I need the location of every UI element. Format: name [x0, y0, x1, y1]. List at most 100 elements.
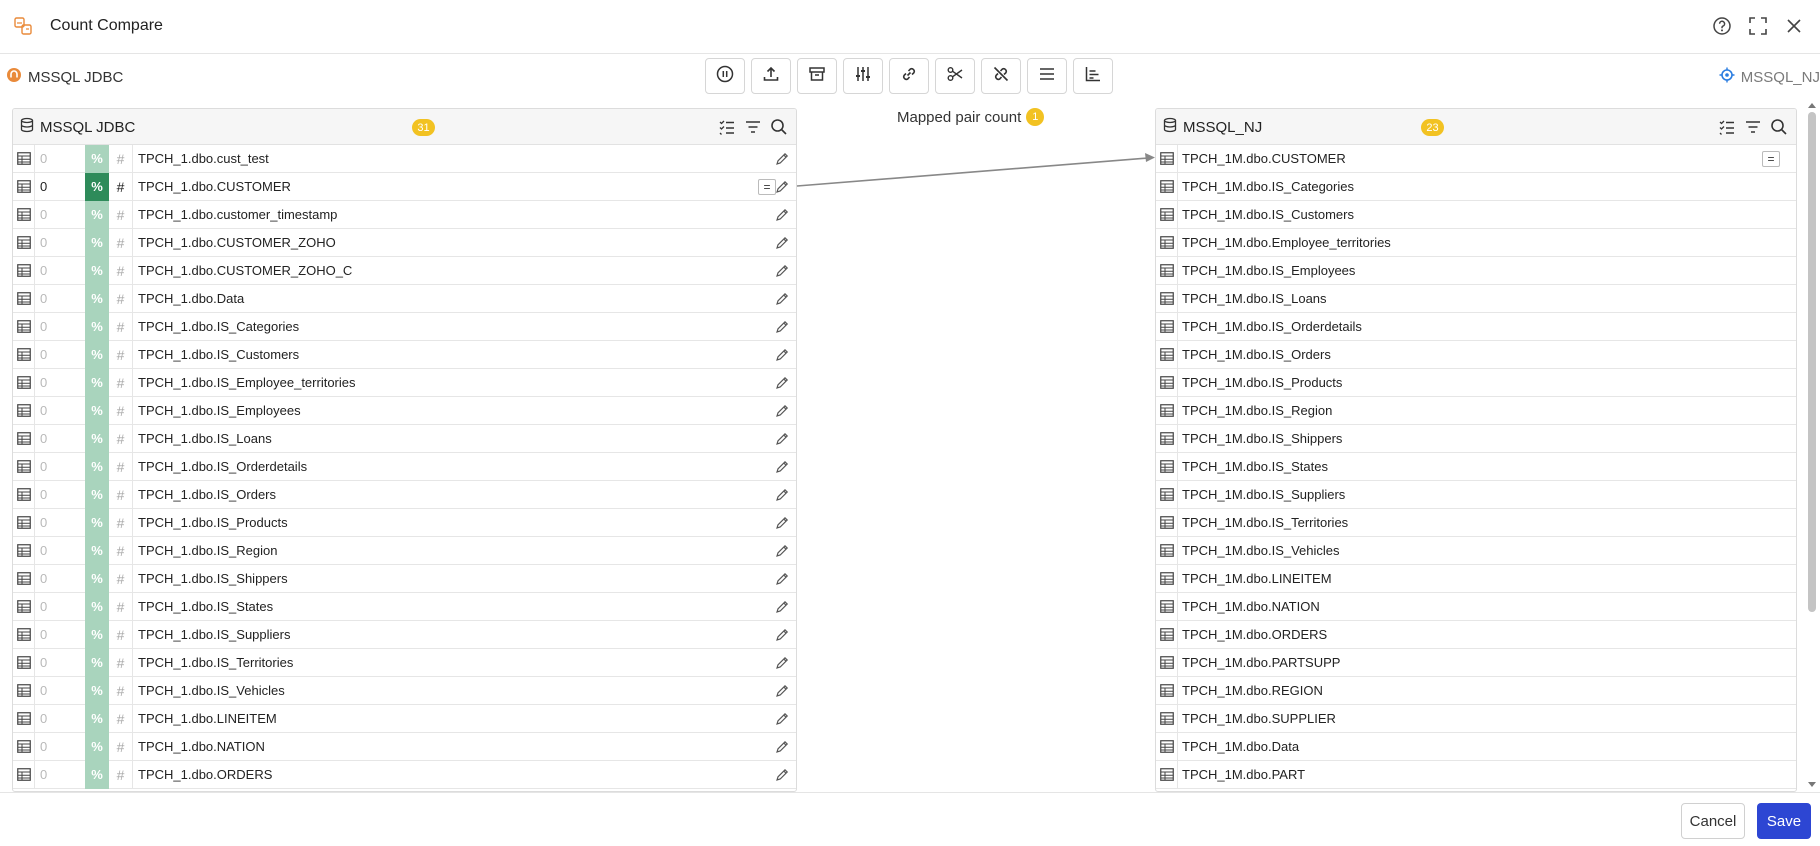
- source-table-row[interactable]: 0% # TPCH_1.dbo.IS_Products: [13, 508, 796, 537]
- upload-button[interactable]: [751, 58, 791, 94]
- help-circle-icon[interactable]: [1710, 14, 1734, 38]
- hash-toggle[interactable]: #: [109, 228, 133, 257]
- source-table-row[interactable]: 0% # TPCH_1.dbo.ORDERS: [13, 760, 796, 789]
- percent-toggle[interactable]: %: [85, 284, 109, 313]
- source-table-row[interactable]: 0% # TPCH_1.dbo.customer_timestamp: [13, 200, 796, 229]
- pencil-icon[interactable]: [768, 572, 796, 586]
- source-table-row[interactable]: 0% # TPCH_1.dbo.cust_test: [13, 144, 796, 173]
- search-icon[interactable]: [1770, 118, 1788, 136]
- hash-toggle[interactable]: #: [109, 760, 133, 789]
- checklist-icon[interactable]: [718, 118, 736, 136]
- link-button[interactable]: [889, 58, 929, 94]
- pause-button[interactable]: [705, 58, 745, 94]
- scrollbar-thumb[interactable]: [1808, 112, 1816, 612]
- target-table-row[interactable]: TPCH_1M.dbo.PARTSUPP: [1156, 648, 1796, 677]
- pencil-icon[interactable]: [768, 152, 796, 166]
- cut-button[interactable]: [935, 58, 975, 94]
- source-table-row[interactable]: 0% # TPCH_1.dbo.IS_Orders: [13, 480, 796, 509]
- hash-toggle[interactable]: #: [109, 564, 133, 593]
- source-table-row[interactable]: 0% # TPCH_1.dbo.Data: [13, 284, 796, 313]
- chart-button[interactable]: [1073, 58, 1113, 94]
- target-table-row[interactable]: TPCH_1M.dbo.Data: [1156, 732, 1796, 761]
- pencil-icon[interactable]: [768, 740, 796, 754]
- pencil-icon[interactable]: [768, 292, 796, 306]
- percent-toggle[interactable]: %: [85, 452, 109, 481]
- percent-toggle[interactable]: %: [85, 368, 109, 397]
- hash-toggle[interactable]: #: [109, 144, 133, 173]
- save-button[interactable]: Save: [1757, 803, 1811, 839]
- pencil-icon[interactable]: [768, 488, 796, 502]
- percent-toggle[interactable]: %: [85, 648, 109, 677]
- filter-icon[interactable]: [1744, 118, 1762, 136]
- pencil-icon[interactable]: [768, 544, 796, 558]
- equals-icon[interactable]: =: [758, 179, 776, 195]
- page-scrollbar[interactable]: [1805, 100, 1819, 790]
- target-table-row[interactable]: TPCH_1M.dbo.Employee_territories: [1156, 228, 1796, 257]
- percent-toggle[interactable]: %: [85, 228, 109, 257]
- target-table-row[interactable]: TPCH_1M.dbo.IS_Region: [1156, 396, 1796, 425]
- pencil-icon[interactable]: [768, 320, 796, 334]
- source-table-row[interactable]: 0% # TPCH_1.dbo.CUSTOMER =: [13, 172, 796, 201]
- equals-icon[interactable]: =: [1762, 151, 1780, 167]
- target-table-row[interactable]: TPCH_1M.dbo.IS_Suppliers: [1156, 480, 1796, 509]
- filter-icon[interactable]: [744, 118, 762, 136]
- source-table-row[interactable]: 0% # TPCH_1.dbo.IS_Employees: [13, 396, 796, 425]
- hash-toggle[interactable]: #: [109, 592, 133, 621]
- percent-toggle[interactable]: %: [85, 564, 109, 593]
- hash-toggle[interactable]: #: [109, 508, 133, 537]
- hash-toggle[interactable]: #: [109, 424, 133, 453]
- pencil-icon[interactable]: [768, 376, 796, 390]
- target-table-row[interactable]: TPCH_1M.dbo.IS_Territories: [1156, 508, 1796, 537]
- source-table-row[interactable]: 0% # TPCH_1.dbo.LINEITEM: [13, 704, 796, 733]
- settings-sliders-button[interactable]: [843, 58, 883, 94]
- pencil-icon[interactable]: [768, 712, 796, 726]
- hash-toggle[interactable]: #: [109, 396, 133, 425]
- hash-toggle[interactable]: #: [109, 340, 133, 369]
- percent-toggle[interactable]: %: [85, 200, 109, 229]
- percent-toggle[interactable]: %: [85, 508, 109, 537]
- search-icon[interactable]: [770, 118, 788, 136]
- target-table-row[interactable]: TPCH_1M.dbo.IS_Loans: [1156, 284, 1796, 313]
- hash-toggle[interactable]: #: [109, 256, 133, 285]
- source-table-row[interactable]: 0% # TPCH_1.dbo.IS_Categories: [13, 312, 796, 341]
- percent-toggle[interactable]: %: [85, 760, 109, 789]
- target-table-row[interactable]: TPCH_1M.dbo.IS_Vehicles: [1156, 536, 1796, 565]
- target-table-row[interactable]: TPCH_1M.dbo.IS_Shippers: [1156, 424, 1796, 453]
- pencil-icon[interactable]: [768, 404, 796, 418]
- percent-toggle[interactable]: %: [85, 172, 109, 201]
- target-table-row[interactable]: TPCH_1M.dbo.PART: [1156, 760, 1796, 789]
- hash-toggle[interactable]: #: [109, 284, 133, 313]
- unlink-button[interactable]: [981, 58, 1021, 94]
- cancel-button[interactable]: Cancel: [1681, 803, 1745, 839]
- target-table-row[interactable]: TPCH_1M.dbo.CUSTOMER =: [1156, 144, 1796, 173]
- target-table-row[interactable]: TPCH_1M.dbo.IS_States: [1156, 452, 1796, 481]
- source-table-row[interactable]: 0% # TPCH_1.dbo.IS_Territories: [13, 648, 796, 677]
- target-table-row[interactable]: TPCH_1M.dbo.IS_Employees: [1156, 256, 1796, 285]
- pencil-icon[interactable]: [768, 208, 796, 222]
- target-table-row[interactable]: TPCH_1M.dbo.IS_Orderdetails: [1156, 312, 1796, 341]
- pencil-icon[interactable]: [768, 264, 796, 278]
- checklist-icon[interactable]: [1718, 118, 1736, 136]
- hash-toggle[interactable]: #: [109, 732, 133, 761]
- hash-toggle[interactable]: #: [109, 704, 133, 733]
- hash-toggle[interactable]: #: [109, 312, 133, 341]
- pencil-icon[interactable]: [768, 684, 796, 698]
- hash-toggle[interactable]: #: [109, 676, 133, 705]
- target-table-row[interactable]: TPCH_1M.dbo.LINEITEM: [1156, 564, 1796, 593]
- target-table-row[interactable]: TPCH_1M.dbo.NATION: [1156, 592, 1796, 621]
- hash-toggle[interactable]: #: [109, 620, 133, 649]
- target-table-row[interactable]: TPCH_1M.dbo.IS_Categories: [1156, 172, 1796, 201]
- source-table-row[interactable]: 0% # TPCH_1.dbo.IS_Loans: [13, 424, 796, 453]
- source-table-row[interactable]: 0% # TPCH_1.dbo.IS_Customers: [13, 340, 796, 369]
- percent-toggle[interactable]: %: [85, 620, 109, 649]
- percent-toggle[interactable]: %: [85, 340, 109, 369]
- percent-toggle[interactable]: %: [85, 676, 109, 705]
- target-table-row[interactable]: TPCH_1M.dbo.ORDERS: [1156, 620, 1796, 649]
- pencil-icon[interactable]: [768, 600, 796, 614]
- percent-toggle[interactable]: %: [85, 536, 109, 565]
- percent-toggle[interactable]: %: [85, 732, 109, 761]
- hash-toggle[interactable]: #: [109, 368, 133, 397]
- pencil-icon[interactable]: [768, 628, 796, 642]
- source-table-row[interactable]: 0% # TPCH_1.dbo.IS_Orderdetails: [13, 452, 796, 481]
- pencil-icon[interactable]: [768, 768, 796, 782]
